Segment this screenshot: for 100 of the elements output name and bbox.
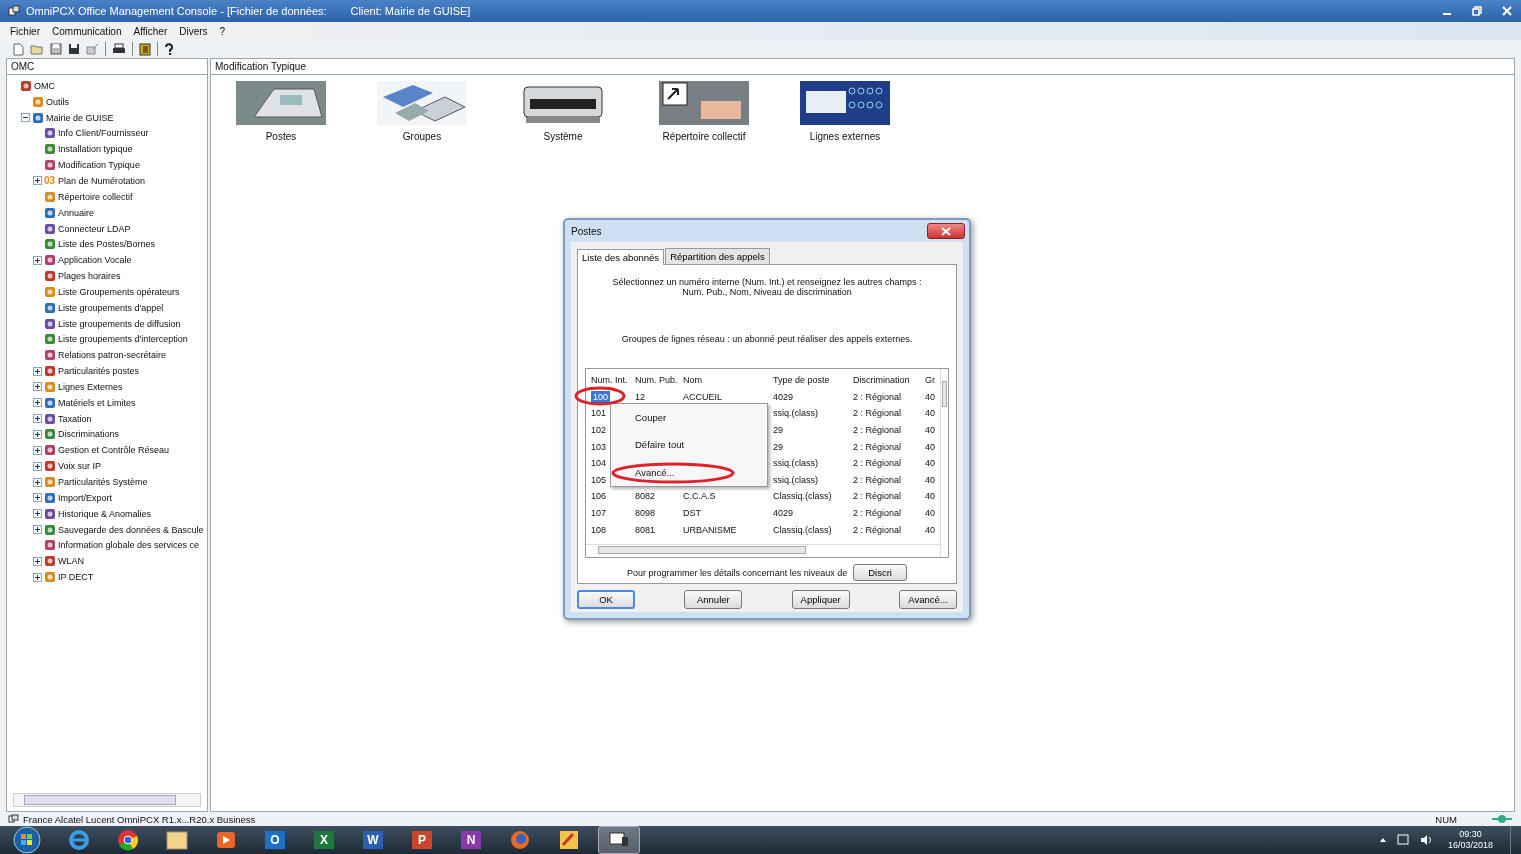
new-file-icon[interactable] (12, 42, 24, 56)
expand-icon[interactable] (33, 430, 42, 439)
menu-item[interactable]: Divers (179, 25, 208, 37)
start-button-icon[interactable] (12, 826, 42, 854)
book-icon[interactable] (139, 42, 151, 56)
column-header[interactable]: Type de poste (768, 375, 848, 386)
menu-item[interactable]: Défaire tout (635, 439, 685, 451)
tree-item[interactable]: Modification Typique (58, 160, 140, 171)
tree-node-icon (44, 238, 56, 251)
table-cell: 40 (925, 441, 935, 452)
tree-item[interactable]: Historique & Anomalies (58, 508, 152, 519)
table-cell: 103 (591, 441, 607, 452)
menu-item[interactable]: Couper (635, 412, 667, 424)
expand-icon[interactable] (33, 445, 42, 455)
office-app-button[interactable]: O (255, 827, 295, 853)
dialog-button[interactable]: Appliquer (791, 590, 850, 609)
office-app-button[interactable]: W (353, 827, 393, 853)
horizontal-scrollbar[interactable] (13, 793, 201, 807)
tree-item[interactable]: Information globale des services ce (58, 540, 200, 551)
tree-item[interactable]: Particularités postes (58, 366, 140, 377)
remote-app-button[interactable] (598, 826, 640, 854)
expand-icon[interactable] (33, 556, 42, 566)
expand-icon[interactable] (33, 398, 42, 408)
column-header[interactable]: Num. Pub. (630, 375, 678, 386)
expand-icon[interactable] (33, 509, 42, 519)
tree-item[interactable]: Liste groupements d'interception (58, 334, 188, 345)
tree-item[interactable]: Répertoire collectif (58, 191, 133, 202)
dialog-button[interactable]: Annuler (684, 590, 743, 609)
table-cell: 104 (591, 458, 607, 469)
expand-icon[interactable] (33, 461, 42, 471)
menu-item[interactable]: Afficher (133, 25, 168, 37)
menu-item[interactable]: Fichier (10, 25, 40, 37)
horizontal-scrollbar[interactable] (586, 544, 940, 555)
tree-item[interactable]: Matériels et Limites (58, 397, 136, 408)
print-icon[interactable] (112, 43, 126, 55)
clock-date: 16/03/2018 (1447, 840, 1493, 851)
tree-item[interactable]: Liste des Postes/Bornes (58, 239, 156, 250)
table-cell: 40 (925, 524, 935, 535)
expand-icon[interactable] (33, 382, 42, 392)
dialog-button[interactable]: Avancé... (899, 590, 957, 609)
tree-item[interactable]: Annuaire (58, 207, 95, 218)
tree-item[interactable]: Outils (46, 96, 69, 107)
tree-item[interactable]: Voix sur IP (58, 461, 102, 472)
table-cell: 2 : Régional (853, 491, 902, 502)
tree-item[interactable]: Connecteur LDAP (58, 223, 131, 234)
dialog-button[interactable]: OK (577, 590, 635, 609)
office-app-button[interactable]: P (402, 827, 442, 853)
expand-icon[interactable] (33, 366, 42, 376)
vertical-scrollbar[interactable] (940, 369, 948, 557)
export-icon[interactable] (86, 43, 99, 55)
menu-item[interactable]: Avancé... (635, 466, 675, 478)
tree-item[interactable]: OMC (34, 80, 55, 91)
office-app-button[interactable]: N (451, 827, 491, 853)
tab[interactable]: Liste des abonnés (577, 249, 665, 265)
close-button[interactable] (927, 223, 965, 239)
tab[interactable]: Répartition des appels (665, 248, 770, 264)
expand-icon[interactable] (33, 493, 42, 503)
volume-icon[interactable] (1418, 833, 1433, 847)
restore-icon[interactable] (1471, 5, 1483, 17)
tree-item[interactable]: Liste Groupements opérateurs (58, 286, 180, 297)
tree-item[interactable]: Plan de Numérotation (58, 176, 146, 186)
office-app-button[interactable]: X (304, 827, 344, 853)
tree-item[interactable]: Application Vocale (58, 255, 132, 266)
tree-item[interactable]: Lignes Externes (58, 381, 123, 392)
column-header[interactable]: Num. Int. (586, 375, 630, 386)
close-icon[interactable] (1501, 5, 1513, 17)
tree-item[interactable]: Discriminations (58, 429, 119, 440)
expand-icon[interactable] (33, 176, 42, 186)
help-icon[interactable] (164, 42, 174, 56)
tree-item[interactable]: WLAN (58, 556, 84, 567)
expand-icon[interactable] (33, 255, 42, 265)
tree-item[interactable]: Installation typique (58, 144, 133, 155)
tree-item[interactable]: Taxation (58, 413, 92, 424)
column-header[interactable]: Nom (678, 375, 768, 386)
tree-item[interactable]: Info Client/Fournisseur (58, 128, 149, 139)
tree-node-icon (44, 491, 56, 504)
expand-icon[interactable] (33, 572, 42, 582)
discri-button[interactable]: Discri (853, 564, 907, 581)
menu-item[interactable]: ? (219, 25, 226, 37)
tree-item[interactable]: Sauvegarde des données & Bascule (58, 524, 204, 535)
expand-icon[interactable] (33, 414, 42, 424)
tree-item[interactable]: IP DECT (58, 572, 94, 583)
show-hidden-icons-icon[interactable] (1378, 836, 1387, 844)
save-icon[interactable] (68, 43, 80, 55)
column-header[interactable]: Gr (920, 375, 940, 386)
tree-item[interactable]: Plages horaires (58, 271, 121, 282)
expand-icon[interactable] (33, 525, 42, 535)
expand-icon[interactable] (33, 477, 42, 487)
tree-item[interactable]: Liste groupements d'appel (58, 302, 164, 313)
tree-item[interactable]: Particularités Système (58, 477, 148, 487)
tree-item[interactable]: Gestion et Contrôle Réseau (58, 445, 170, 456)
menu-item[interactable]: Communication (52, 25, 122, 37)
tree-item[interactable]: Mairie de GUISE (46, 112, 114, 123)
tree-item[interactable]: Relations patron-secrétaire (58, 350, 167, 361)
tree-item[interactable]: Import/Export (58, 492, 113, 503)
column-header[interactable]: Discrimination (848, 375, 920, 386)
open-folder-icon[interactable] (30, 43, 44, 55)
tree-item[interactable]: Liste groupements de diffusion (58, 318, 181, 329)
client-name: Client: Mairie de GUISE] (350, 5, 471, 17)
collapse-icon[interactable] (21, 113, 30, 123)
